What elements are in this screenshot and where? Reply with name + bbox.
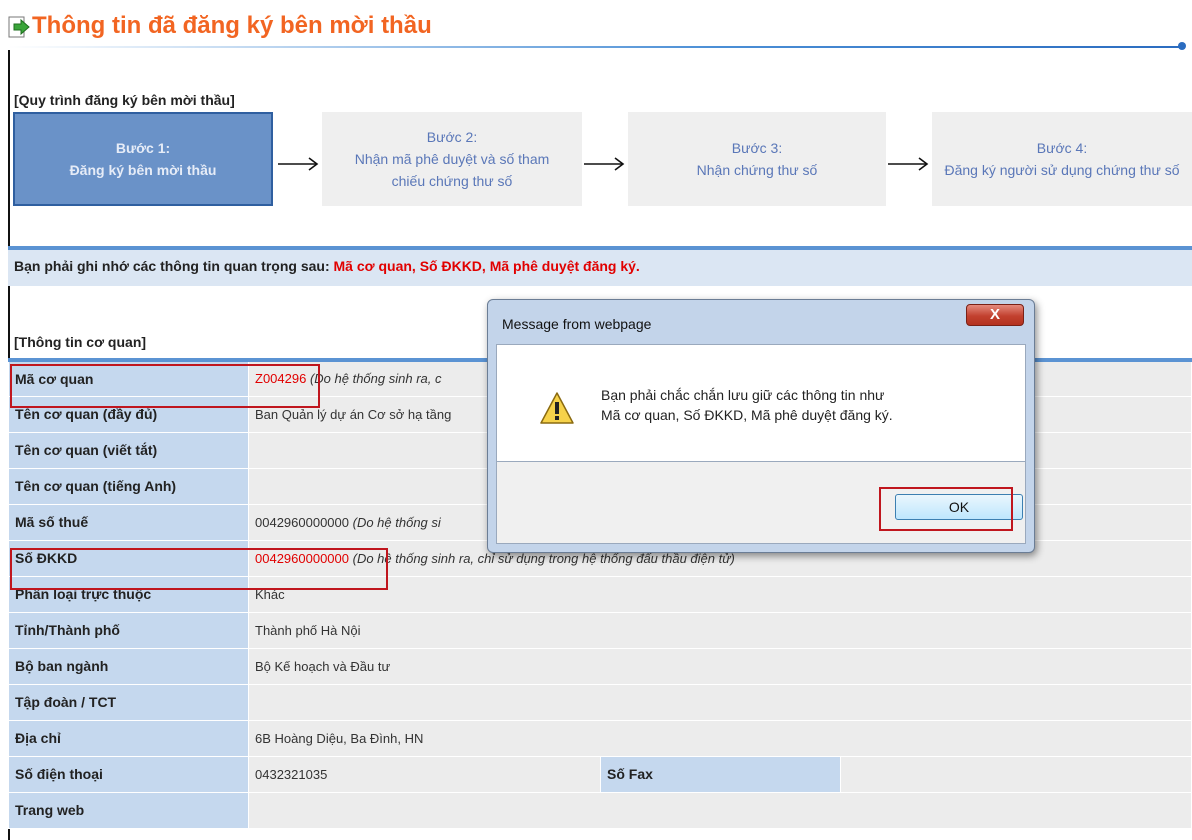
process-title: [Quy trình đăng ký bên mời thầu] <box>14 92 235 108</box>
warning-icon <box>540 392 574 424</box>
field-note: (Do hệ thống sinh ra, c <box>309 371 442 387</box>
table-row: Số điện thoại 0432321035 Số Fax <box>8 755 1192 793</box>
dialog-message: Bạn phải chắc chắn lưu giữ các thông tin… <box>601 385 893 425</box>
close-button[interactable]: X <box>966 304 1024 326</box>
field-value <box>840 755 1192 793</box>
field-label: Mã số thuế <box>8 503 249 541</box>
field-label: Tỉnh/Thành phố <box>8 611 249 649</box>
table-row: Tập đoàn / TCT <box>8 683 1192 721</box>
field-value: Khác <box>248 575 1192 613</box>
step-3-text: Nhận chứng thư số <box>696 162 818 178</box>
table-row: Tỉnh/Thành phố Thành phố Hà Nội <box>8 611 1192 649</box>
field-note: (Do hệ thống si <box>352 514 441 530</box>
step-2-label: Bước 2: <box>426 129 478 145</box>
flow-arrow-icon <box>278 157 319 171</box>
field-value: Bộ Kế hoạch và Đầu tư <box>248 647 1192 685</box>
highlight-box-ok-button <box>879 487 1013 531</box>
field-label: Số Fax <box>600 755 841 793</box>
notice-prefix: Bạn phải ghi nhớ các thông tin quan trọn… <box>14 258 334 274</box>
step-4-label: Bước 4: <box>1036 140 1088 156</box>
step-4: Bước 4: Đăng ký người sử dụng chứng thư … <box>932 112 1192 206</box>
flow-arrow-icon <box>888 157 929 171</box>
field-value <box>248 683 1192 721</box>
flow-arrow-icon <box>584 157 625 171</box>
field-value: 0432321035 <box>248 755 601 793</box>
field-label: Bộ ban ngành <box>8 647 249 685</box>
field-label: Trang web <box>8 791 249 829</box>
field-label: Địa chỉ <box>8 719 249 757</box>
field-label: Tên cơ quan (viết tắt) <box>8 431 249 469</box>
page-header: Thông tin đã đăng ký bên mời thầu <box>8 10 1186 50</box>
field-label: Tên cơ quan (tiếng Anh) <box>8 467 249 505</box>
step-3-label: Bước 3: <box>731 140 783 156</box>
step-1-label: Bước 1: <box>115 140 171 156</box>
table-row: Trang web <box>8 791 1192 829</box>
step-4-text: Đăng ký người sử dụng chứng thư số <box>944 162 1180 178</box>
field-value: 6B Hoàng Diệu, Ba Đình, HN <box>248 719 1192 757</box>
step-3: Bước 3: Nhận chứng thư số <box>628 112 886 206</box>
section-title: [Thông tin cơ quan] <box>14 334 147 350</box>
dialog-message-line: Mã cơ quan, Số ĐKKD, Mã phê duyệt đăng k… <box>601 407 893 423</box>
dialog-body: Bạn phải chắc chắn lưu giữ các thông tin… <box>496 344 1026 462</box>
field-label: Tập đoàn / TCT <box>8 683 249 721</box>
field-value <box>248 791 1192 829</box>
dialog-title: Message from webpage <box>502 316 652 332</box>
table-row: Bộ ban ngành Bộ Kế hoạch và Đầu tư <box>8 647 1192 685</box>
notice-bar: Bạn phải ghi nhớ các thông tin quan trọn… <box>8 246 1192 286</box>
notice-emphasis: Mã cơ quan, Số ĐKKD, Mã phê duyệt đăng k… <box>333 258 640 274</box>
table-row: Địa chỉ 6B Hoàng Diệu, Ba Đình, HN <box>8 719 1192 757</box>
step-2-text: Nhận mã phê duyệt và số tham chiếu chứng… <box>354 151 550 189</box>
tax-code-value: 0042960000000 <box>255 514 349 530</box>
field-label: Số điện thoại <box>8 755 249 793</box>
highlight-box-business-reg <box>10 548 388 590</box>
dialog-message-line: Bạn phải chắc chắn lưu giữ các thông tin… <box>601 387 885 403</box>
header-divider <box>8 46 1184 48</box>
step-2: Bước 2: Nhận mã phê duyệt và số tham chi… <box>322 112 582 206</box>
step-1: Bước 1: Đăng ký bên mời thầu <box>13 112 273 206</box>
page-title: Thông tin đã đăng ký bên mời thầu <box>32 12 432 39</box>
highlight-box-agency-code <box>10 364 320 408</box>
header-divider-dot <box>1178 42 1186 50</box>
step-1-text: Đăng ký bên mời thầu <box>69 162 217 178</box>
dialog-titlebar[interactable]: Message from webpage X <box>488 300 1034 344</box>
green-arrow-icon <box>8 16 30 38</box>
field-value: Thành phố Hà Nội <box>248 611 1192 649</box>
